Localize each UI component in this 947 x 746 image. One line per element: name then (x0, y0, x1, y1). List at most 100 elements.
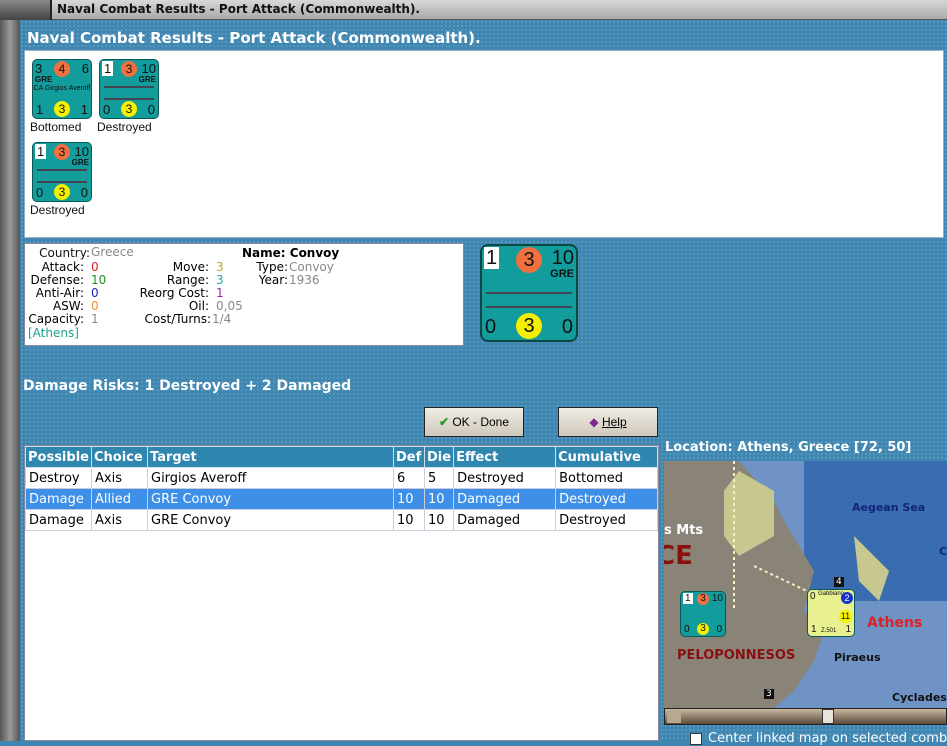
counter-nation: GRE (71, 158, 89, 167)
location-link[interactable]: [Athens] (28, 326, 79, 340)
map-label-mts: s Mts (664, 523, 704, 538)
result-label: Destroyed (97, 120, 152, 134)
counter-bottom-circle: 3 (54, 184, 70, 200)
cell-possible: Damage (25, 488, 92, 510)
counter-br: 1 (80, 102, 88, 117)
counter-defense: 10 (74, 144, 89, 159)
cell-effect: Destroyed (453, 467, 557, 489)
map-zoom-slider[interactable] (664, 708, 947, 725)
counter-bl: 1 (811, 624, 817, 635)
ok-label: OK - Done (452, 415, 510, 429)
damage-table: Possible Choice Target Def Die Effect Cu… (24, 445, 659, 741)
ship-icon (37, 169, 87, 171)
col-choice[interactable]: Choice (91, 446, 148, 468)
counter-top-circle: 3 (54, 144, 70, 160)
counter-bottom-circle: 3 (516, 313, 542, 339)
counter-defense: 10 (551, 247, 574, 269)
counter-top-circle: 3 (516, 247, 542, 273)
table-row-selected[interactable]: Damage Allied GRE Convoy 10 10 Damaged Destroy… (25, 488, 658, 510)
cell-def: 10 (393, 488, 425, 510)
counter-top-circle: 4 (54, 61, 70, 77)
counter-top-circle: 2 (841, 592, 853, 604)
label: ASW: (52, 299, 84, 313)
help-button[interactable]: ◆ Help (558, 407, 658, 437)
col-effect[interactable]: Effect (453, 446, 557, 468)
counter-top-circle: 3 (121, 61, 137, 77)
label: Country: (39, 246, 90, 260)
counter-br: 0 (716, 624, 722, 635)
dialog-title: Naval Combat Results - Port Attack (Comm… (27, 29, 481, 47)
window-control-button[interactable] (0, 0, 52, 20)
left-frame (0, 20, 20, 741)
map-convoy-counter[interactable]: 1 3 10 0 3 0 (680, 591, 726, 637)
cell-possible: Destroy (25, 467, 92, 489)
help-book-icon: ◆ (589, 415, 599, 429)
cell-die: 10 (423, 488, 455, 510)
defense-value: 10 (91, 273, 107, 287)
table-row[interactable]: Damage Axis GRE Convoy 10 10 Damaged Destroyed (25, 509, 658, 531)
counter-tl: 0 (810, 591, 816, 602)
ship-icon (37, 181, 87, 183)
col-def[interactable]: Def (393, 446, 425, 468)
unit-counter-convoy[interactable]: 1 3 10 GRE 0 3 0 (99, 59, 159, 119)
center-map-checkbox-label: Center linked map on selected comb (708, 731, 947, 746)
cell-target: Girgios Averoff (147, 467, 394, 489)
label: Anti-Air: (35, 286, 84, 300)
cell-cumulative: Destroyed (555, 488, 658, 510)
move-value: 3 (216, 260, 224, 274)
col-target[interactable]: Target (147, 446, 394, 468)
counter-br: 0 (80, 185, 88, 200)
map-air-unit-counter[interactable]: 0 Gabbiano 2 11 1 Z.501 1 (807, 589, 855, 637)
stack-count-badge: 3 (764, 689, 774, 699)
antiair-value: 0 (91, 286, 99, 300)
counter-nation: GRE (138, 75, 156, 84)
col-cumulative[interactable]: Cumulative (555, 446, 658, 468)
stack-count-badge: 4 (834, 577, 844, 587)
mini-map[interactable]: s Mts Aegean Sea CE C PELOPONNESOS Athen… (664, 461, 947, 708)
map-label-aegean-sea: Aegean Sea (852, 501, 926, 514)
slider-thumb[interactable] (822, 709, 834, 724)
window-title: Naval Combat Results - Port Attack (Comm… (57, 2, 420, 16)
center-map-checkbox[interactable] (690, 733, 702, 745)
cell-cumulative: Destroyed (555, 509, 658, 531)
cell-target: GRE Convoy (147, 509, 394, 531)
capacity-value: 1 (91, 312, 99, 326)
unit-info-panel: Country: Greece Attack: 0 Defense: 10 An… (24, 243, 464, 346)
window-titlebar: Naval Combat Results - Port Attack (Comm… (0, 0, 947, 20)
unit-counter-convoy[interactable]: 1 3 10 GRE 0 3 0 (32, 142, 92, 202)
map-label-piraeus: Piraeus (834, 651, 881, 664)
counter-bl: 0 (684, 624, 690, 635)
label: Defense: (30, 273, 84, 287)
unit-counter-girgios[interactable]: 3 4 6 GRE CA Girgios Averoff 1 3 1 (32, 59, 92, 119)
result-label: Bottomed (30, 120, 82, 134)
slider-left-arrow[interactable] (667, 710, 681, 723)
cell-die: 10 (423, 509, 455, 531)
label: Cost/Turns: (144, 312, 211, 326)
oil-value: 0,05 (216, 299, 243, 313)
year-value: 1936 (289, 273, 320, 287)
cell-possible: Damage (25, 509, 92, 531)
label: Oil: (188, 299, 209, 313)
counter-defense: 10 (141, 61, 156, 76)
counter-bl: 0 (103, 102, 111, 117)
counter-nation: GRE (35, 75, 53, 84)
reorg-value: 1 (216, 286, 224, 300)
cell-effect: Damaged (453, 509, 557, 531)
label: Capacity: (28, 312, 84, 326)
ok-done-button[interactable]: ✔ OK - Done (424, 407, 524, 437)
type-value: Convoy (289, 260, 334, 274)
col-possible[interactable]: Possible (25, 446, 92, 468)
attack-value: 0 (91, 260, 99, 274)
help-label: Help (601, 415, 627, 429)
counter-br: 0 (561, 316, 573, 338)
counter-br: 0 (147, 102, 155, 117)
counter-bl: 0 (485, 316, 497, 338)
location-label: Location: Athens, Greece [72, 50] (665, 440, 912, 455)
country-value: Greece (91, 245, 134, 259)
map-label-greece: CE (664, 541, 693, 571)
col-die[interactable]: Die (423, 446, 455, 468)
cell-target: GRE Convoy (147, 488, 394, 510)
unit-name: Name: Convoy (242, 246, 340, 260)
counter-attack: 1 (102, 61, 114, 76)
table-row[interactable]: Destroy Axis Girgios Averoff 6 5 Destroyed Bot… (25, 467, 658, 489)
